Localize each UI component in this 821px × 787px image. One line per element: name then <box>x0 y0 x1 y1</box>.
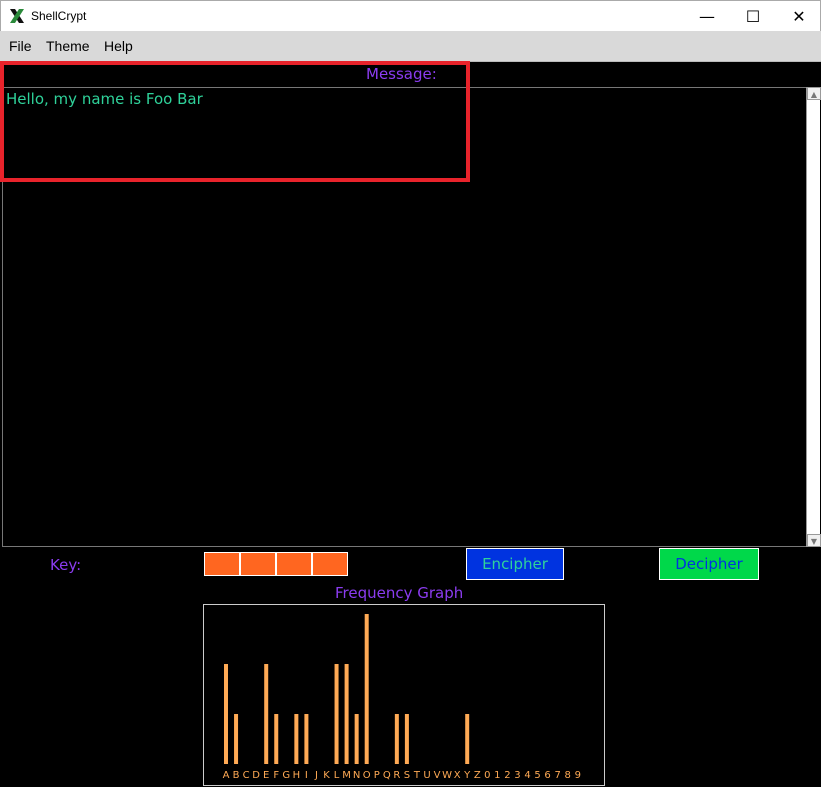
bar-E <box>264 664 269 764</box>
tick-label-J: J <box>314 770 318 781</box>
bar-H <box>294 714 299 764</box>
tick-label-W: W <box>442 770 452 781</box>
key-field-2[interactable] <box>240 552 276 576</box>
bar-Y <box>465 714 470 764</box>
tick-label-M: M <box>342 770 351 781</box>
tick-label-I: I <box>305 770 308 781</box>
tick-label-7: 7 <box>554 770 560 781</box>
encipher-button[interactable]: Encipher <box>466 548 564 580</box>
bar-R <box>394 714 399 764</box>
tick-label-8: 8 <box>565 770 571 781</box>
tick-label-5: 5 <box>534 770 540 781</box>
tick-label-2: 2 <box>504 770 510 781</box>
menu-theme[interactable]: Theme <box>46 38 90 54</box>
tick-label-H: H <box>293 770 301 781</box>
tick-label-F: F <box>273 770 279 781</box>
triangle-down-icon[interactable]: ▼ <box>807 534 821 547</box>
key-field-1[interactable] <box>204 552 240 576</box>
tick-label-B: B <box>233 770 240 781</box>
bar-I <box>304 714 309 764</box>
key-label: Key: <box>50 556 82 574</box>
tick-label-S: S <box>404 770 410 781</box>
message-textarea[interactable]: Hello, my name is Foo Bar <box>2 87 807 547</box>
triangle-up-icon[interactable]: ▲ <box>807 87 821 100</box>
title-bar: ShellCrypt — ☐ ✕ <box>0 0 821 31</box>
tick-label-V: V <box>434 770 441 781</box>
tick-label-Z: Z <box>474 770 481 781</box>
tick-label-1: 1 <box>494 770 500 781</box>
decipher-button[interactable]: Decipher <box>659 548 759 580</box>
tick-label-6: 6 <box>544 770 550 781</box>
tick-label-0: 0 <box>484 770 490 781</box>
tick-label-P: P <box>374 770 380 781</box>
tick-label-G: G <box>282 770 290 781</box>
window-title: ShellCrypt <box>31 9 87 23</box>
bar-F <box>274 714 279 764</box>
tick-label-C: C <box>243 770 250 781</box>
minimize-button[interactable]: — <box>684 1 730 32</box>
tick-label-3: 3 <box>514 770 520 781</box>
tick-label-K: K <box>323 770 330 781</box>
message-label: Message: <box>366 65 437 83</box>
bar-M <box>344 664 349 764</box>
frequency-graph-svg: ABCDEFGHIJKLMNOPQRSTUVWXYZ0123456789 <box>223 614 581 781</box>
tick-label-Y: Y <box>463 770 471 781</box>
bar-N <box>354 714 359 764</box>
frequency-graph: ABCDEFGHIJKLMNOPQRSTUVWXYZ0123456789 <box>203 604 605 786</box>
tick-label-D: D <box>252 770 260 781</box>
menu-bar: File Theme Help <box>0 31 821 62</box>
frequency-graph-title: Frequency Graph <box>335 584 464 602</box>
tick-label-O: O <box>363 770 371 781</box>
message-scrollbar[interactable]: ▲ ▼ <box>806 87 821 547</box>
bar-B <box>234 714 239 764</box>
tick-label-T: T <box>413 770 421 781</box>
tick-label-4: 4 <box>524 770 530 781</box>
message-text: Hello, my name is Foo Bar <box>6 90 203 108</box>
tick-label-Q: Q <box>383 770 391 781</box>
tick-label-L: L <box>334 770 340 781</box>
x-logo-icon <box>10 9 24 23</box>
key-field-3[interactable] <box>276 552 312 576</box>
bar-O <box>364 614 369 764</box>
tick-label-9: 9 <box>575 770 581 781</box>
key-field-4[interactable] <box>312 552 348 576</box>
bar-L <box>334 664 339 764</box>
menu-help[interactable]: Help <box>104 38 133 54</box>
tick-label-N: N <box>353 770 360 781</box>
bar-S <box>404 714 409 764</box>
menu-file[interactable]: File <box>9 38 32 54</box>
tick-label-U: U <box>423 770 430 781</box>
tick-label-X: X <box>454 770 461 781</box>
tick-label-E: E <box>263 770 269 781</box>
tick-label-A: A <box>223 770 230 781</box>
close-button[interactable]: ✕ <box>776 1 821 32</box>
tick-label-R: R <box>393 770 400 781</box>
bar-A <box>224 664 228 764</box>
maximize-button[interactable]: ☐ <box>730 1 776 32</box>
